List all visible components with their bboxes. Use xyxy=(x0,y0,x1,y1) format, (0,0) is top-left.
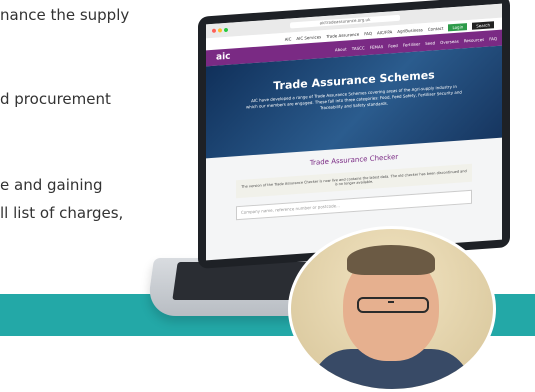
nav-faq[interactable]: FAQ xyxy=(489,36,497,42)
topnav-aic-services[interactable]: AIC Services xyxy=(296,34,321,41)
aic-logo[interactable]: aic xyxy=(216,52,231,63)
nav-feed[interactable]: Feed xyxy=(388,42,398,48)
nav-about[interactable]: About xyxy=(335,46,347,52)
nav-seed[interactable]: Seed xyxy=(425,40,435,46)
login-button[interactable]: Login xyxy=(448,22,468,31)
hair xyxy=(347,245,435,275)
topnav-trade-assurance[interactable]: Trade Assurance xyxy=(326,31,359,38)
topnav-aic[interactable]: AIC xyxy=(285,36,292,41)
nav-fertiliser[interactable]: Fertiliser xyxy=(403,41,420,47)
glasses-icon xyxy=(357,297,429,313)
topnav-aic-fpa[interactable]: AIC/FPA xyxy=(377,29,392,35)
nav-overseas[interactable]: Overseas xyxy=(440,38,459,44)
person-portrait xyxy=(288,226,496,392)
nav-tascc[interactable]: TASCC xyxy=(352,45,365,51)
nav-femas[interactable]: FEMAS xyxy=(370,43,384,49)
topnav-faq[interactable]: FAQ xyxy=(364,30,372,36)
minimize-dot[interactable] xyxy=(218,28,222,33)
close-dot[interactable] xyxy=(212,28,216,33)
hero-banner: Trade Assurance Schemes AIC have develop… xyxy=(206,45,502,159)
maximize-dot[interactable] xyxy=(224,27,228,33)
topnav-agribusiness[interactable]: AgriBusiness xyxy=(397,27,423,34)
laptop-screen: aictradeassurance.org.uk AIC AIC Service… xyxy=(206,3,502,261)
nav-resources[interactable]: Resources xyxy=(464,36,484,42)
glasses-bridge xyxy=(388,301,394,303)
search-button[interactable]: Search xyxy=(472,20,494,30)
topnav-contact[interactable]: Contact xyxy=(428,25,444,31)
